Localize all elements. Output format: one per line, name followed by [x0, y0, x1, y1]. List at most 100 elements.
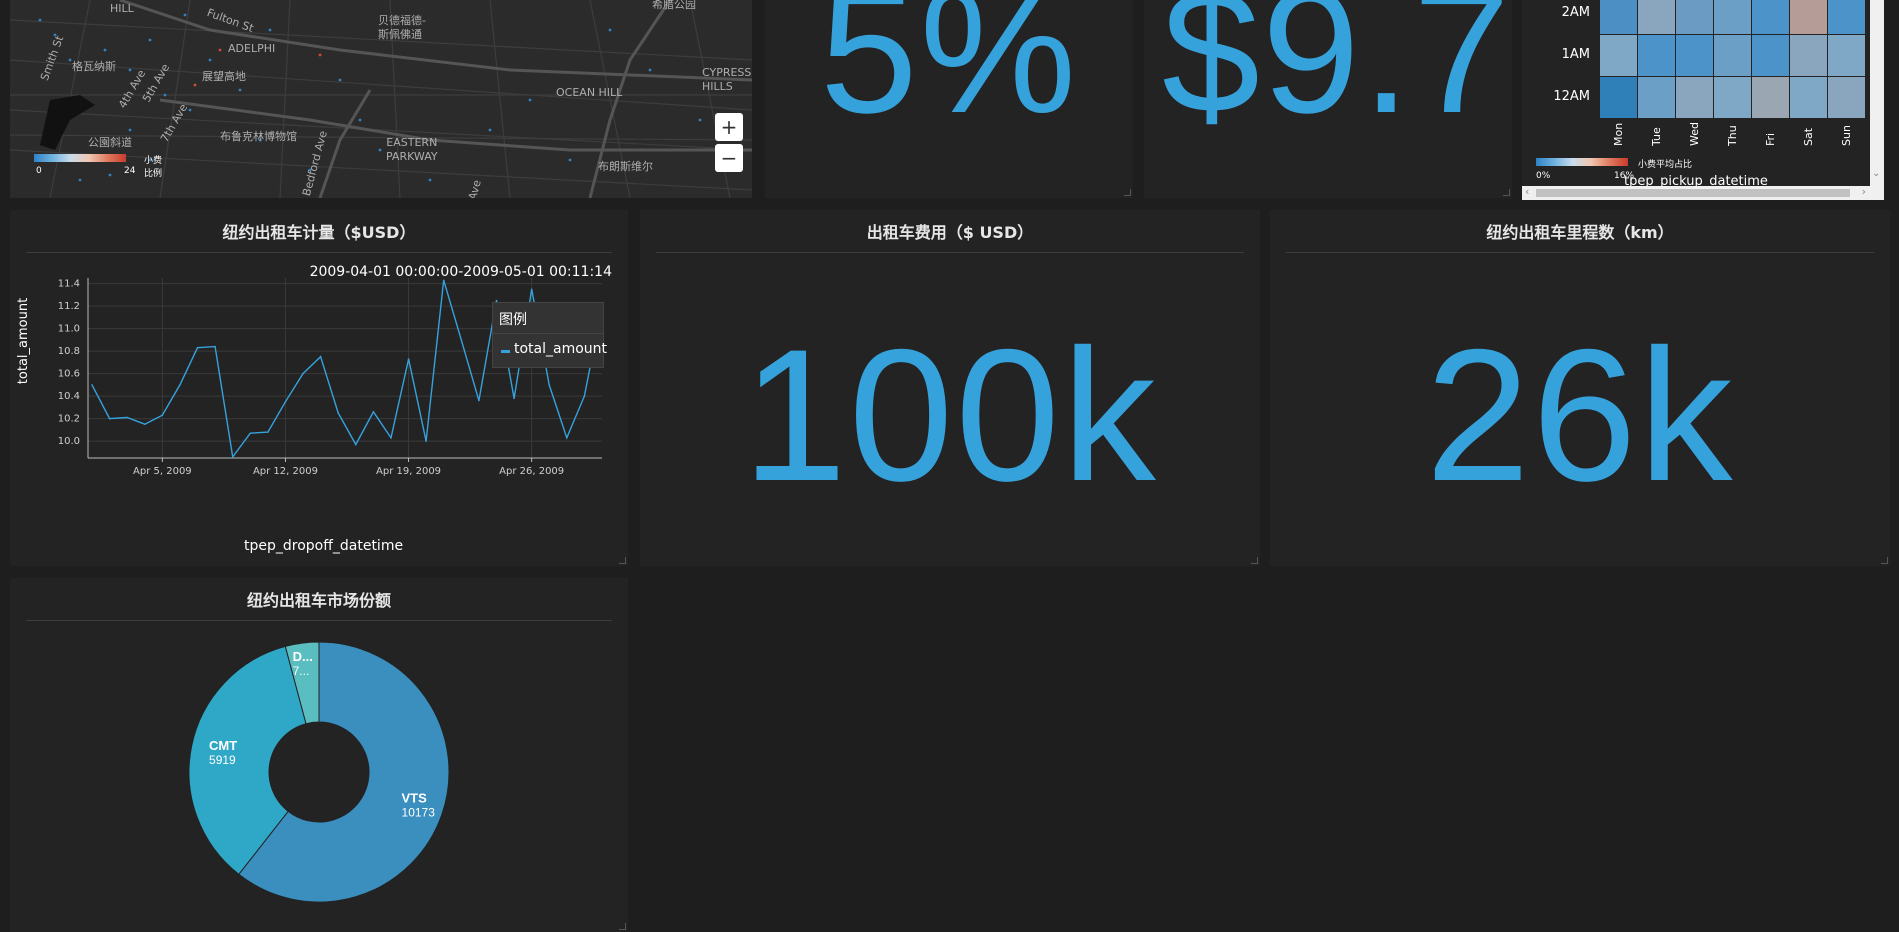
map-label-brownsville: 布朗斯维尔 — [598, 160, 653, 173]
heatmap-col-label-wed: Wed — [1688, 122, 1701, 146]
zoom-out-button[interactable]: − — [715, 144, 743, 172]
heatmap-row-label-12am: 12AM — [1553, 89, 1590, 104]
map-label-park: 公園斜道 — [88, 136, 132, 149]
y-tick-label: 11.4 — [58, 279, 80, 290]
data-point — [143, 423, 146, 426]
resize-handle[interactable] — [619, 923, 626, 930]
line-chart-xlabel: tpep_dropoff_datetime — [244, 538, 404, 554]
heatmap-cell[interactable] — [1790, 77, 1827, 118]
data-point — [407, 358, 410, 360]
resize-handle[interactable] — [1124, 189, 1131, 196]
line-chart-ylabel: total_amount — [16, 297, 31, 385]
zoom-in-button[interactable]: + — [715, 113, 743, 141]
data-point — [267, 431, 269, 433]
distance-panel: 纽约出租车里程数（km） 26k — [1270, 210, 1890, 566]
data-point — [478, 399, 480, 402]
heatmap-row-label-1am: 1AM — [1561, 47, 1590, 62]
heatmap-cell[interactable] — [1638, 0, 1675, 34]
scroll-left-icon[interactable]: ‹ — [1525, 185, 1529, 198]
x-tick-label: Apr 12, 2009 — [253, 466, 318, 477]
data-point — [425, 440, 427, 442]
data-point — [179, 384, 181, 386]
scroll-down-icon[interactable]: ⌄ — [1872, 168, 1880, 179]
resize-handle[interactable] — [1881, 557, 1888, 564]
line-chart-legend[interactable]: 图例 total_amount — [492, 302, 607, 368]
map-legend-title: 小费比例 — [144, 156, 163, 179]
heatmap-cell[interactable] — [1638, 77, 1675, 118]
fare-value: 100k — [742, 310, 1158, 520]
heatmap-cell[interactable] — [1600, 35, 1637, 76]
horizontal-scrollbar[interactable]: ‹ › — [1522, 185, 1884, 200]
heatmap-cell[interactable] — [1752, 0, 1789, 34]
data-point — [530, 288, 533, 291]
data-point — [249, 432, 252, 435]
kpi-avg-fare-value: $9.7 — [1162, 0, 1512, 150]
y-tick-label: 11.2 — [58, 301, 80, 312]
pie-label: VTS — [402, 791, 428, 806]
x-tick-label: Apr 5, 2009 — [133, 466, 192, 477]
scrollbar-thumb[interactable] — [1536, 189, 1850, 197]
heatmap-cell[interactable] — [1638, 35, 1675, 76]
map-label-adelphi: ADELPHI — [228, 42, 276, 55]
map-label-greenwood: 格瓦纳斯 — [72, 60, 116, 73]
heatmap-cell[interactable] — [1828, 0, 1865, 34]
data-point — [319, 355, 322, 358]
data-point — [161, 414, 164, 417]
heatmap-cell[interactable] — [1676, 35, 1713, 76]
map-label-eastern: EASTERN PARKWAY — [386, 136, 438, 163]
kpi-tip-percent-panel: 5% — [765, 0, 1133, 198]
market-share-panel: 纽约出租车市场份额 VTS 10173 CMT 5919 D... 7... — [10, 578, 628, 932]
map-label-bedstuy: 贝德福德- 斯佩佛通 — [378, 14, 426, 41]
data-point — [460, 339, 463, 341]
heatmap-col-label-thu: Thu — [1726, 125, 1739, 146]
heatmap-cell[interactable] — [1600, 0, 1637, 34]
data-point — [196, 346, 199, 349]
y-tick-label: 11.0 — [58, 324, 80, 335]
heatmap-cell[interactable] — [1752, 77, 1789, 118]
distance-title: 纽约出租车里程数（km） — [1286, 220, 1874, 253]
heatmap-cell[interactable] — [1752, 35, 1789, 76]
map-label-cypress: CYPRESS HILLS — [702, 66, 752, 93]
data-point — [390, 436, 392, 439]
heatmap-panel: 2AM 1AM 12AM Mon Tue Wed Thu Fri Sat Sun… — [1522, 0, 1884, 200]
heatmap-cell[interactable] — [1714, 0, 1751, 34]
data-point — [126, 416, 128, 419]
kpi-avg-fare-panel: $9.7 — [1144, 0, 1512, 198]
heatmap-cell[interactable] — [1600, 77, 1637, 118]
heatmap-cell[interactable] — [1828, 35, 1865, 76]
resize-handle[interactable] — [619, 557, 626, 564]
heatmap-cell[interactable] — [1790, 0, 1827, 34]
data-point — [442, 279, 445, 282]
data-point — [337, 412, 340, 414]
heatmap-col-label-tue: Tue — [1650, 127, 1663, 146]
market-share-donut[interactable]: VTS10173 CMT5919 D...7... — [10, 626, 628, 926]
scroll-right-icon[interactable]: › — [1862, 185, 1866, 198]
heatmap-legend-title: 小费平均占比 — [1638, 160, 1693, 170]
heatmap-cell[interactable] — [1676, 77, 1713, 118]
legend-divider — [493, 333, 603, 334]
trip-map[interactable]: HILL Fulton St 贝德福德- 斯佩佛通 格瓦纳斯 ADELPHI 展… — [10, 0, 752, 198]
pie-label: CMT — [209, 738, 237, 753]
heatmap-col-label-fri: Fri — [1764, 132, 1777, 146]
data-point — [108, 417, 111, 420]
data-point — [214, 345, 216, 348]
legend-title: 图例 — [499, 312, 527, 328]
x-tick-label: Apr 19, 2009 — [376, 466, 441, 477]
data-point — [548, 384, 551, 386]
heatmap-grid — [1600, 0, 1866, 119]
heatmap-cell[interactable] — [1714, 77, 1751, 118]
y-tick-label: 10.0 — [58, 436, 80, 447]
resize-handle[interactable] — [1251, 557, 1258, 564]
heatmap-cell[interactable] — [1828, 77, 1865, 118]
heatmap-cell[interactable] — [1676, 0, 1713, 34]
legend-item-total-amount[interactable]: total_amount — [514, 341, 607, 357]
data-point — [513, 397, 515, 400]
heatmap-legend-min: 0% — [1536, 171, 1551, 181]
heatmap-cell[interactable] — [1714, 35, 1751, 76]
resize-handle[interactable] — [1503, 189, 1510, 196]
vertical-scrollbar[interactable]: ⌄ — [1870, 0, 1884, 186]
market-share-title: 纽约出租车市场份额 — [26, 588, 612, 621]
heatmap-cell[interactable] — [1790, 35, 1827, 76]
pie-value-label: 7... — [293, 664, 310, 678]
x-tick-label: Apr 26, 2009 — [499, 466, 564, 477]
